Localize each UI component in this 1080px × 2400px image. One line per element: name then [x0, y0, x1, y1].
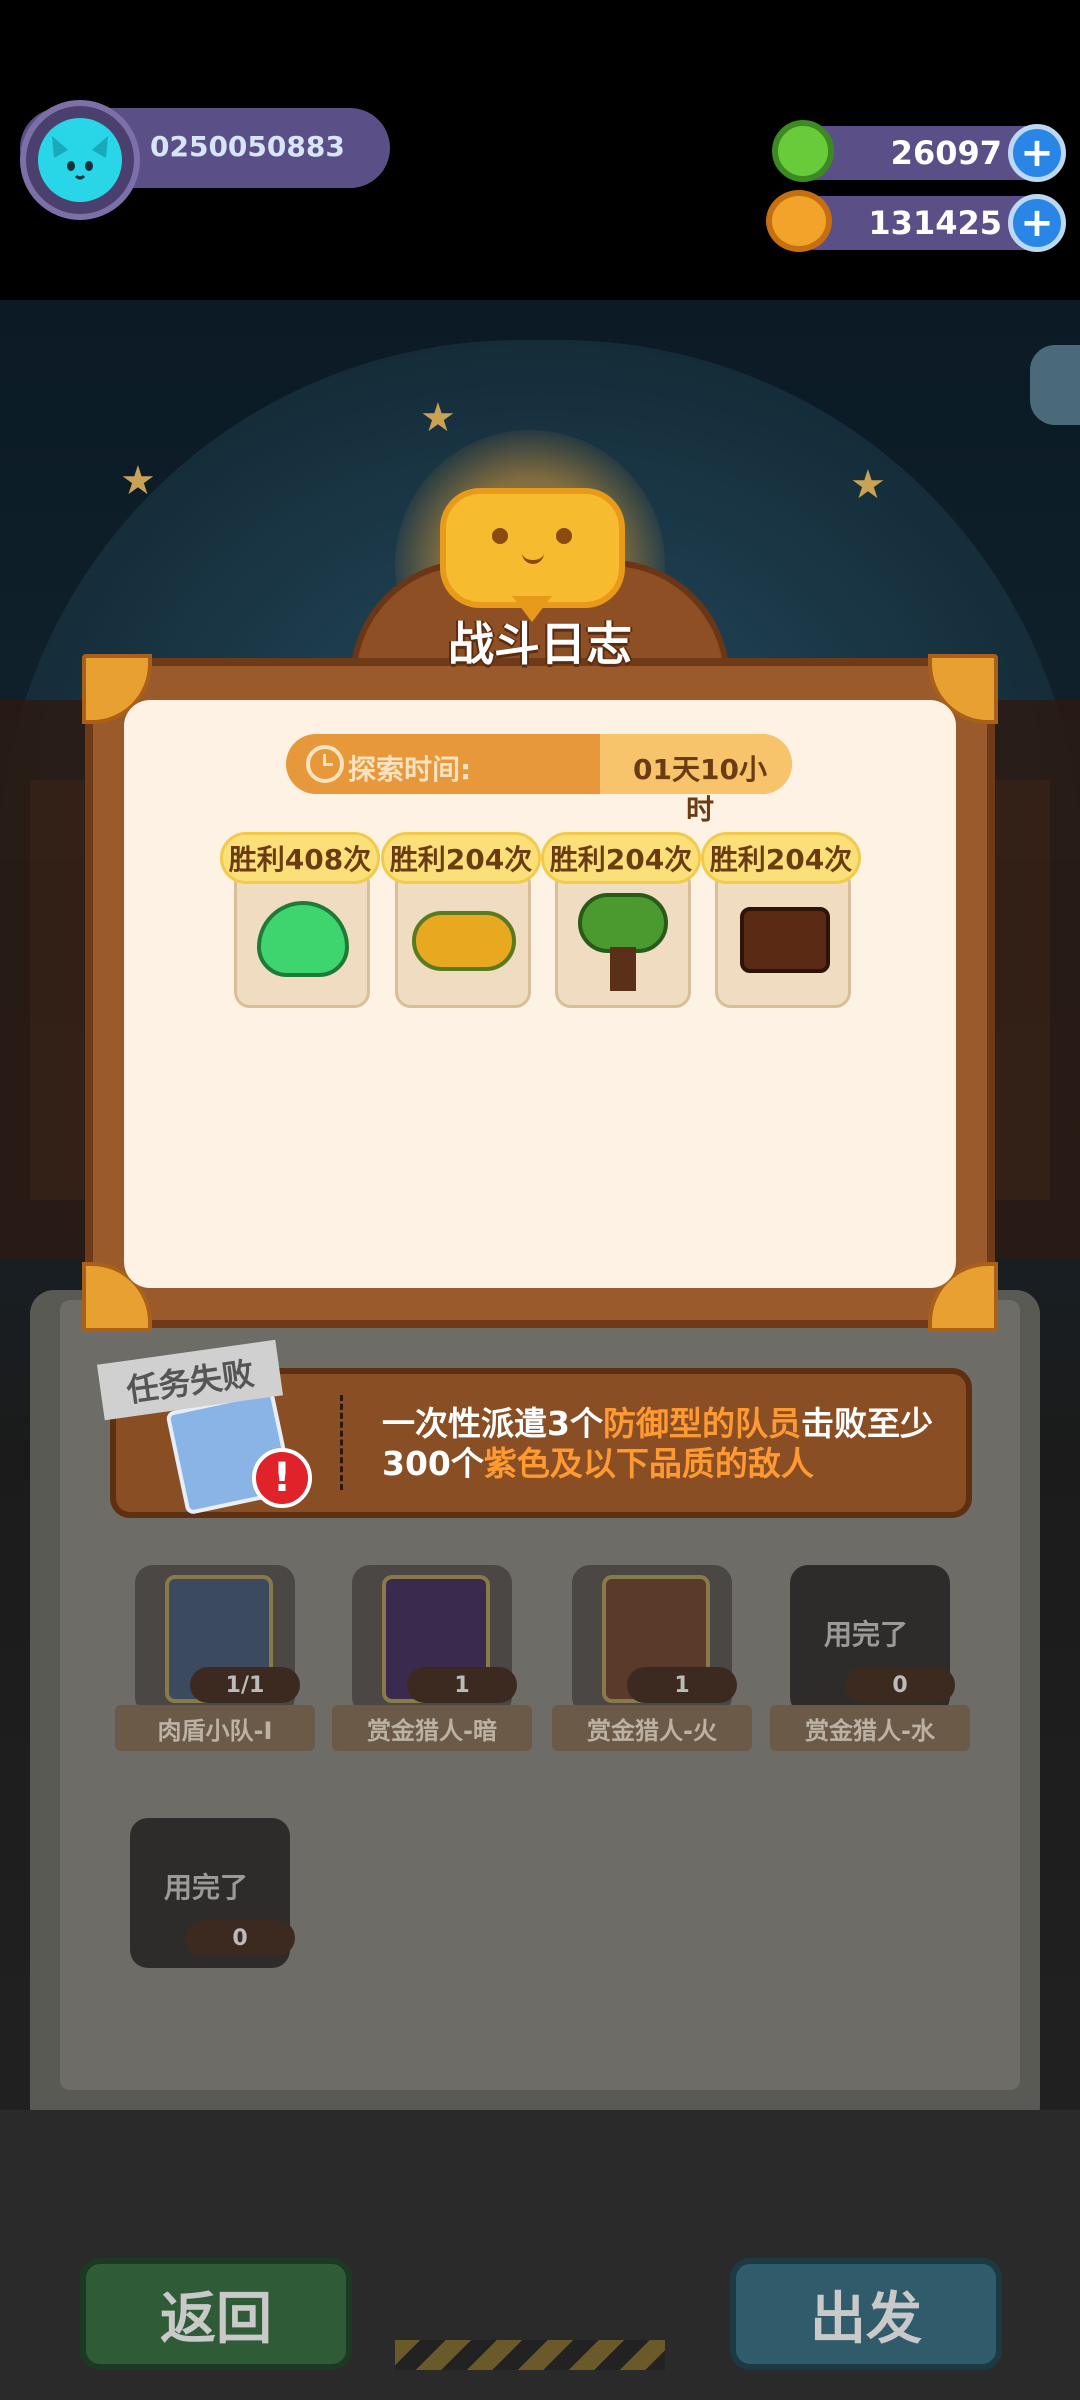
chat-bubble-icon: [440, 488, 625, 608]
explore-time-label: 探索时间:: [348, 753, 472, 786]
add-coins-button[interactable]: +: [1008, 194, 1066, 252]
golden-bush-icon: [412, 911, 516, 971]
back-button[interactable]: 返回: [80, 2258, 352, 2370]
cat-face-icon: [52, 136, 108, 180]
team-slot[interactable]: 1: [352, 1565, 517, 1715]
mission-highlight: 防御型的队员: [602, 1404, 801, 1443]
slot-count: 1: [627, 1667, 737, 1703]
star-icon: ★: [850, 462, 886, 508]
enemy-card: [555, 868, 691, 1008]
team-slot[interactable]: 1: [572, 1565, 737, 1715]
slot-count: 0: [185, 1920, 295, 1956]
tree-icon: [568, 893, 678, 993]
slot-count: 1: [407, 1667, 517, 1703]
add-gems-button[interactable]: +: [1008, 124, 1066, 182]
slot-count: 0: [845, 1667, 955, 1703]
enemy-card: [715, 868, 851, 1008]
star-icon: ★: [420, 395, 456, 441]
mission-description: 一次性派遣3个防御型的队员击败至少300个紫色及以下品质的敌人: [382, 1404, 942, 1484]
slot-label: 肉盾小队-I: [115, 1705, 315, 1751]
avatar[interactable]: [38, 118, 122, 202]
mission-highlight: 紫色及以下品质的敌人: [483, 1444, 814, 1483]
enemy-card: [234, 868, 370, 1008]
team-slot[interactable]: 用完了 0: [790, 1565, 955, 1715]
enemy-card: [395, 868, 531, 1008]
dialog-title: 战斗日志: [448, 617, 632, 671]
depart-button[interactable]: 出发: [730, 2258, 1002, 2370]
share-tab[interactable]: [1030, 345, 1080, 425]
hazard-stripe: [395, 2340, 665, 2370]
green-slime-icon: [257, 901, 349, 977]
enemy-wins: 胜利204次: [701, 832, 861, 884]
enemy-wins: 胜利204次: [381, 832, 541, 884]
used-up-label: 用完了: [164, 1871, 249, 1904]
used-up-label: 用完了: [824, 1618, 909, 1651]
team-slot[interactable]: 1/1: [135, 1565, 300, 1715]
enemy-wins: 胜利204次: [541, 832, 701, 884]
coin-count: 131425: [868, 204, 1002, 242]
slot-label: 赏金猎人-火: [552, 1705, 752, 1751]
slot-label: 赏金猎人-暗: [332, 1705, 532, 1751]
warning-icon: !: [252, 1448, 312, 1508]
mission-text-part: 一次性派遣3个: [382, 1404, 603, 1443]
team-slot[interactable]: 用完了 0: [130, 1818, 295, 1968]
slot-label: 赏金猎人-水: [770, 1705, 970, 1751]
explore-time-value: 01天10小时: [633, 753, 767, 826]
player-id: 0250050883: [150, 130, 345, 163]
clock-icon: [306, 745, 344, 783]
gem-count: 26097: [890, 134, 1002, 172]
mission-divider: [340, 1395, 343, 1490]
star-icon: ★: [120, 458, 156, 504]
slot-count: 1/1: [190, 1667, 300, 1703]
stump-monster-icon: [740, 907, 830, 973]
enemy-wins: 胜利408次: [220, 832, 380, 884]
